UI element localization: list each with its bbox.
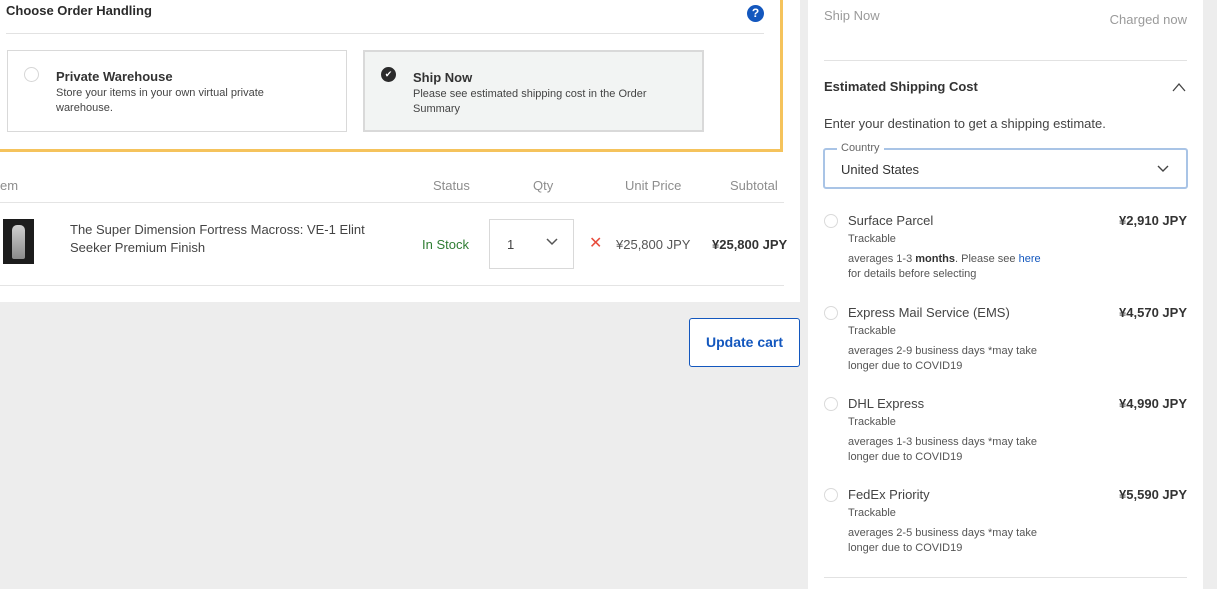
col-header-qty: Qty — [533, 178, 554, 193]
estimated-shipping-heading[interactable]: Estimated Shipping Cost — [824, 79, 978, 94]
ship-now-option[interactable]: ✔ Ship Now Please see estimated shipping… — [363, 50, 704, 132]
divider — [0, 202, 784, 203]
help-icon[interactable]: ? — [747, 5, 764, 22]
shipping-method-price: ¥4,570 JPY — [1119, 305, 1187, 320]
col-header-item: em — [0, 178, 19, 193]
shipping-method-desc: averages 1-3 business days *may take lon… — [848, 436, 1037, 463]
shipping-option-ems[interactable]: Express Mail Service (EMS) ¥4,570 JPY Tr… — [824, 305, 1187, 385]
quantity-select[interactable]: 1 — [489, 219, 574, 269]
summary-ship-now-label: Ship Now — [824, 8, 880, 23]
shipping-method-price: ¥4,990 JPY — [1119, 396, 1187, 411]
order-handling-section: Choose Order Handling ? Private Warehous… — [0, 0, 783, 152]
remove-item-icon[interactable]: ✕ — [589, 236, 602, 252]
option-title: Private Warehouse — [56, 69, 173, 84]
unit-price: ¥25,800 JPY — [616, 237, 691, 252]
chevron-down-icon — [1157, 165, 1169, 172]
option-title: Ship Now — [413, 70, 473, 85]
col-header-subtotal: Subtotal — [730, 178, 778, 193]
shipping-trackable: Trackable — [848, 416, 896, 428]
radio-unchecked-icon[interactable] — [824, 488, 838, 502]
shipping-trackable: Trackable — [848, 233, 896, 245]
summary-charged-now-label: Charged now — [1109, 12, 1187, 27]
update-cart-button[interactable]: Update cart — [689, 318, 800, 367]
col-header-unit-price: Unit Price — [625, 178, 682, 193]
shipping-method-name: Express Mail Service (EMS) — [848, 305, 1010, 320]
shipping-method-desc: averages 2-9 business days *may take lon… — [848, 345, 1037, 372]
divider — [824, 60, 1187, 61]
country-select[interactable]: Country United States — [823, 142, 1188, 189]
shipping-option-dhl[interactable]: DHL Express ¥4,990 JPY Trackable average… — [824, 396, 1187, 476]
shipping-trackable: Trackable — [848, 507, 896, 519]
col-header-status: Status — [433, 178, 470, 193]
shipping-method-desc: averages 1-3 months. Please see here for… — [848, 253, 1041, 280]
details-link[interactable]: here — [1019, 253, 1041, 265]
chevron-up-icon[interactable] — [1172, 81, 1186, 93]
option-description: Please see estimated shipping cost in th… — [413, 88, 647, 115]
shipping-trackable: Trackable — [848, 325, 896, 337]
country-value: United States — [841, 162, 920, 177]
order-handling-title: Choose Order Handling — [6, 3, 152, 18]
radio-unchecked-icon[interactable] — [824, 397, 838, 411]
divider — [824, 577, 1187, 578]
option-description: Store your items in your own virtual pri… — [56, 87, 264, 114]
shipping-method-name: Surface Parcel — [848, 213, 934, 228]
product-thumbnail[interactable] — [3, 219, 34, 264]
shipping-method-desc: averages 2-5 business days *may take lon… — [848, 527, 1037, 554]
product-name[interactable]: The Super Dimension Fortress Macross: VE… — [70, 221, 400, 257]
country-label: Country — [837, 142, 884, 154]
divider — [0, 285, 784, 286]
divider — [6, 33, 764, 34]
shipping-method-price: ¥2,910 JPY — [1119, 213, 1187, 228]
radio-unchecked-icon[interactable] — [824, 214, 838, 228]
stock-status: In Stock — [422, 237, 469, 252]
shipping-intro-text: Enter your destination to get a shipping… — [824, 116, 1106, 131]
radio-unchecked-icon[interactable] — [24, 67, 39, 82]
radio-checked-icon[interactable]: ✔ — [381, 67, 396, 82]
private-warehouse-option[interactable]: Private Warehouse Store your items in yo… — [7, 50, 347, 132]
chevron-down-icon — [546, 238, 558, 246]
order-summary-panel: Ship Now Charged now Estimated Shipping … — [808, 0, 1203, 589]
shipping-option-surface-parcel[interactable]: Surface Parcel ¥2,910 JPY Trackable aver… — [824, 213, 1187, 293]
quantity-value: 1 — [507, 237, 515, 252]
shipping-method-price: ¥5,590 JPY — [1119, 487, 1187, 502]
shipping-method-name: DHL Express — [848, 396, 925, 411]
shipping-option-fedex[interactable]: FedEx Priority ¥5,590 JPY Trackable aver… — [824, 487, 1187, 567]
line-subtotal: ¥25,800 JPY — [712, 237, 788, 252]
shipping-method-name: FedEx Priority — [848, 487, 930, 502]
radio-unchecked-icon[interactable] — [824, 306, 838, 320]
